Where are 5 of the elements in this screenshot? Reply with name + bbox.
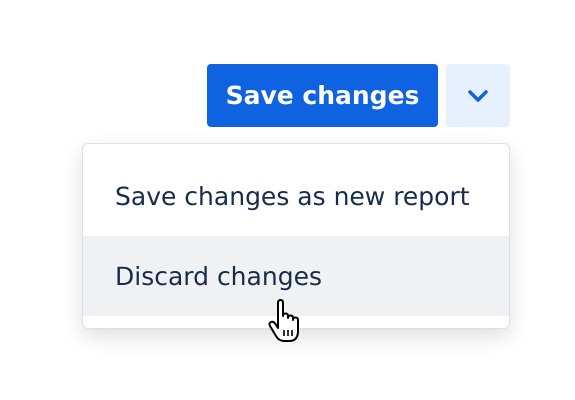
dropdown-toggle-button[interactable]: [446, 64, 510, 127]
menu-item[interactable]: Discard changes: [83, 236, 509, 316]
menu-item[interactable]: Save changes as new report: [83, 156, 509, 236]
save-button[interactable]: Save changes: [207, 64, 438, 127]
chevron-down-icon: [467, 88, 489, 102]
